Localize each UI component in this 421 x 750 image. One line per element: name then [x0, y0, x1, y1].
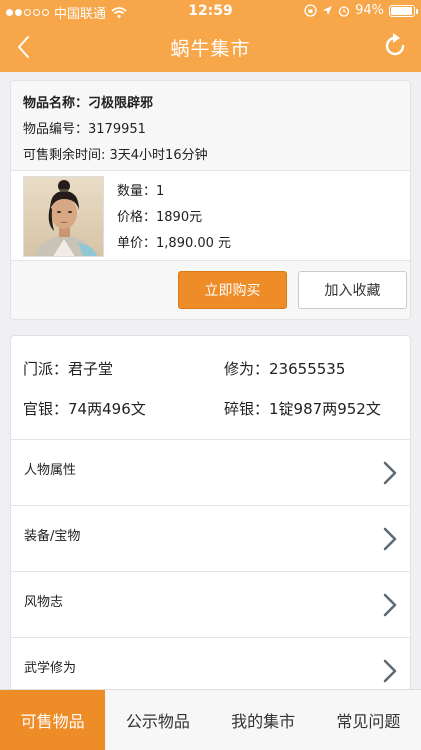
tab-my-market[interactable]: 我的集市	[211, 690, 316, 750]
item-id-line: 物品编号：3179951	[23, 117, 398, 143]
tab-bar: 可售物品 公示物品 我的集市 常见问题	[0, 689, 421, 750]
time-left: 3天4小时16分钟	[109, 148, 208, 163]
orientation-lock-icon	[304, 4, 317, 17]
character-stats: 门派：君子堂 修为：23655535 官银：74两496文 碎银：1锭987两9…	[11, 336, 410, 440]
official-silver-stat: 官银：74两496文	[23, 398, 146, 419]
sect-value: 君子堂	[68, 360, 114, 378]
tab-faq[interactable]: 常见问题	[316, 690, 421, 750]
qty-value: 1	[156, 184, 165, 199]
broken-silver-stat: 碎银：1锭987两952文	[224, 398, 381, 419]
character-avatar	[23, 176, 104, 257]
menu-item-label: 人物属性	[24, 463, 77, 478]
buy-now-button[interactable]: 立即购买	[178, 271, 287, 309]
cultivation-value: 23655535	[269, 360, 346, 378]
time-left-line: 可售剩余时间: 3天4小时16分钟	[23, 143, 398, 169]
unit-price-line: 单价：1,890.00 元	[117, 231, 231, 257]
item-id: 3179951	[88, 122, 146, 137]
item-info: 物品名称：刁极限辟邪 物品编号：3179951 可售剩余时间: 3天4小时16分…	[11, 81, 410, 171]
menu-item-chronicle[interactable]: 风物志	[11, 572, 410, 638]
chevron-right-icon	[383, 527, 397, 551]
chevron-right-icon	[383, 593, 397, 617]
item-actions: 立即购买 加入收藏	[11, 261, 410, 319]
item-id-label: 物品编号：	[23, 122, 89, 137]
time-left-label: 可售剩余时间:	[23, 148, 110, 163]
cultivation-stat: 修为：23655535	[224, 358, 345, 379]
status-bar: 中国联通 12:59 94%	[0, 0, 421, 22]
nav-bar: 蜗牛集市	[0, 22, 421, 72]
chevron-right-icon	[383, 659, 397, 683]
menu-item-label: 装备/宝物	[24, 529, 81, 544]
character-card: 门派：君子堂 修为：23655535 官银：74两496文 碎银：1锭987两9…	[10, 335, 411, 695]
sect-stat: 门派：君子堂	[23, 358, 113, 379]
add-favorite-button[interactable]: 加入收藏	[298, 271, 407, 309]
item-details: 数量：1 价格：1890元 单价：1,890.00 元	[117, 179, 231, 257]
unit-price-label: 单价：	[117, 236, 157, 251]
item-row: 数量：1 价格：1890元 单价：1,890.00 元	[11, 171, 410, 261]
qty-line: 数量：1	[117, 179, 231, 205]
unit-price-value: 1,890.00 元	[156, 236, 232, 251]
location-icon	[323, 6, 333, 15]
menu-item-attributes[interactable]: 人物属性	[11, 440, 410, 506]
price-label: 价格：	[117, 210, 157, 225]
menu-item-martial-arts[interactable]: 武学修为	[11, 638, 410, 694]
item-card: 物品名称：刁极限辟邪 物品编号：3179951 可售剩余时间: 3天4小时16分…	[10, 80, 411, 320]
official-silver-label: 官银：	[23, 400, 69, 418]
battery-icon	[389, 4, 418, 17]
tab-public[interactable]: 公示物品	[105, 690, 210, 750]
chevron-right-icon	[383, 461, 397, 485]
menu-item-equipment[interactable]: 装备/宝物	[11, 506, 410, 572]
battery-fill	[391, 6, 412, 15]
price-value: 1890元	[156, 210, 203, 225]
alarm-icon	[338, 5, 350, 17]
price-line: 价格：1890元	[117, 205, 231, 231]
page-title: 蜗牛集市	[170, 38, 251, 60]
qty-label: 数量：	[117, 184, 157, 199]
broken-silver-value: 1锭987两952文	[269, 400, 381, 418]
sect-label: 门派：	[23, 360, 69, 378]
character-portrait	[34, 180, 98, 256]
official-silver-value: 74两496文	[68, 400, 146, 418]
menu-item-label: 风物志	[24, 595, 64, 610]
refresh-icon[interactable]	[381, 32, 409, 60]
battery-percent: 94%	[355, 3, 384, 18]
item-name-label: 物品名称：	[23, 96, 89, 111]
chevron-left-icon[interactable]	[10, 32, 40, 62]
menu-item-label: 武学修为	[24, 661, 77, 676]
status-right: 94%	[304, 3, 418, 18]
broken-silver-label: 碎银：	[224, 400, 270, 418]
item-name-line: 物品名称：刁极限辟邪	[23, 91, 398, 117]
item-name: 刁极限辟邪	[88, 96, 154, 111]
tab-for-sale[interactable]: 可售物品	[0, 690, 106, 750]
cultivation-label: 修为：	[224, 360, 270, 378]
